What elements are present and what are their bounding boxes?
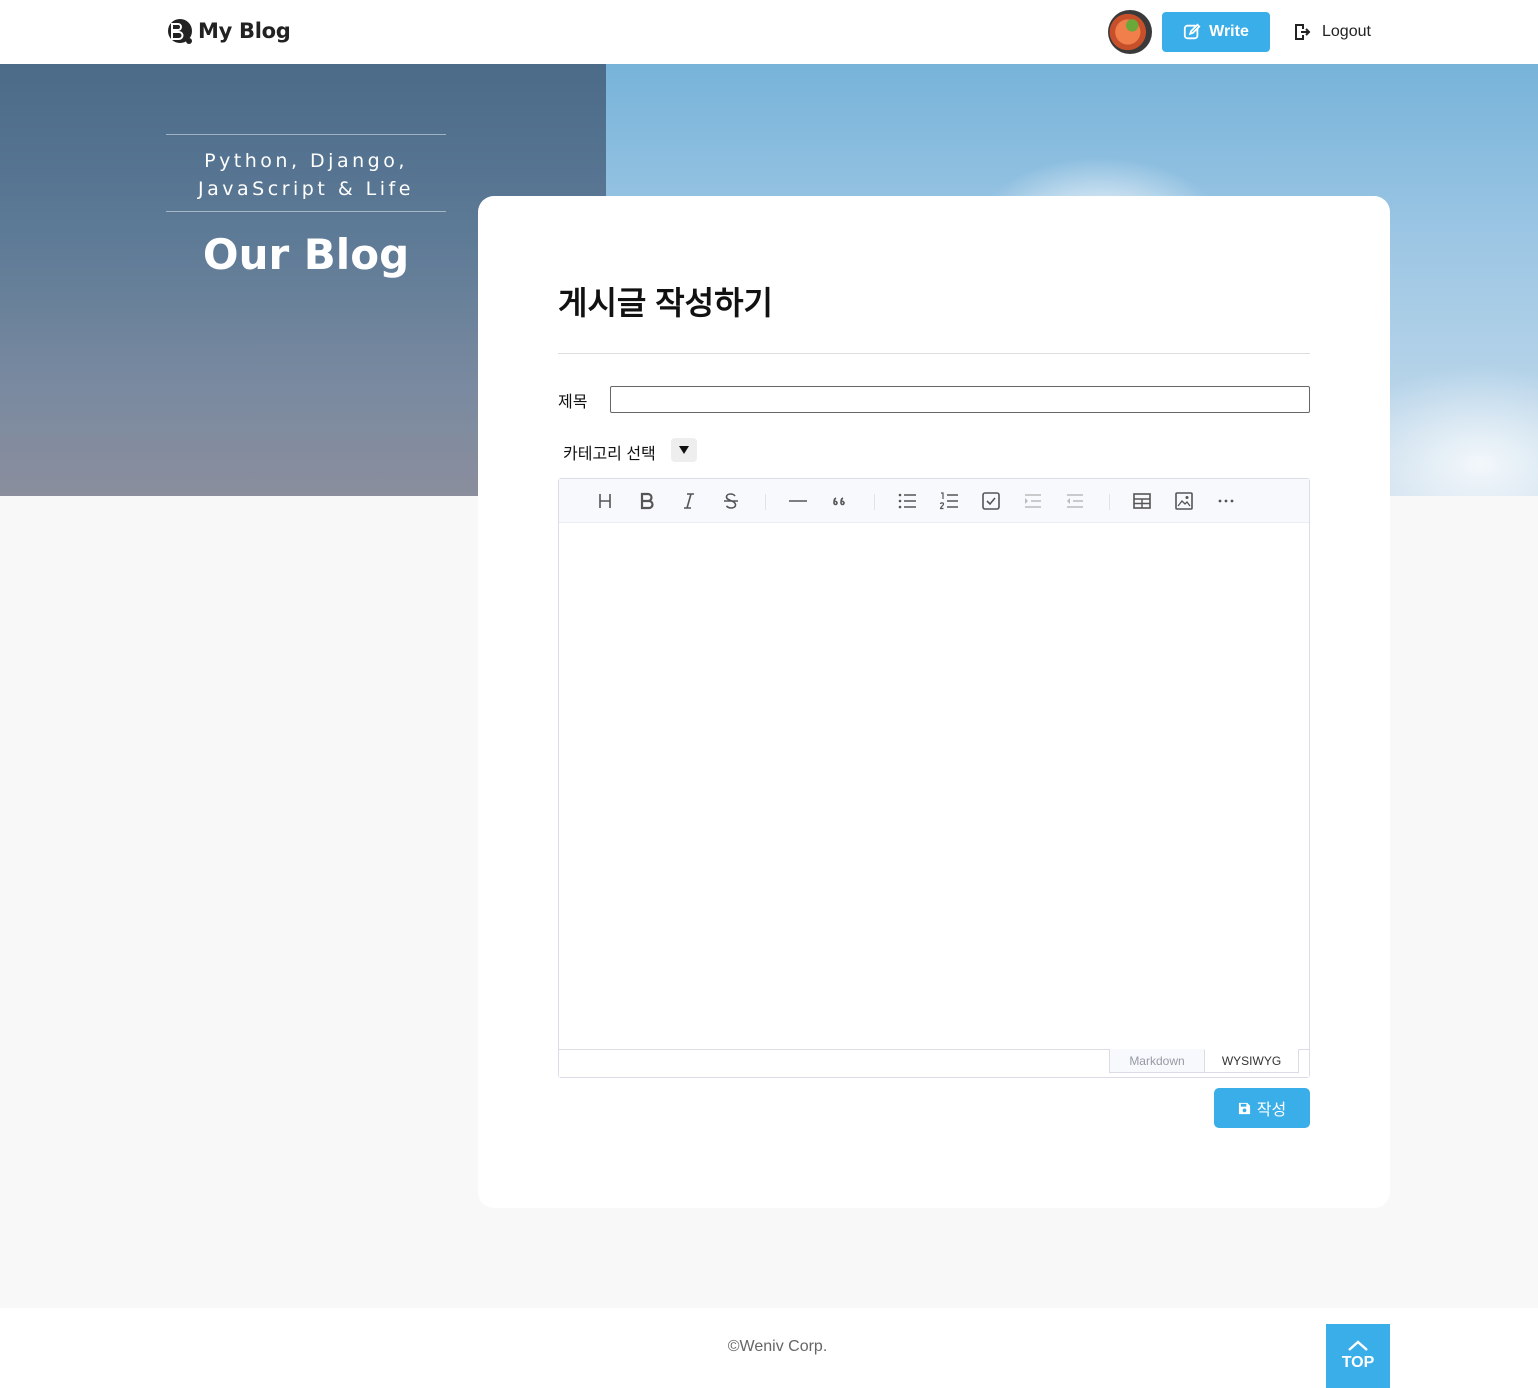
logout-button[interactable]: Logout <box>1292 20 1371 44</box>
submit-label: 작성 <box>1256 1102 1287 1119</box>
caret-down-icon <box>679 446 689 454</box>
outdent-icon[interactable] <box>1063 489 1087 513</box>
title-label: 제목 <box>558 394 588 411</box>
task-list-icon[interactable] <box>979 489 1003 513</box>
submit-button[interactable]: 작성 <box>1214 1088 1310 1128</box>
editor-toolbar <box>559 479 1309 523</box>
write-label: Write <box>1209 23 1249 40</box>
italic-icon[interactable] <box>677 489 701 513</box>
quote-icon[interactable] <box>828 489 852 513</box>
tab-markdown[interactable]: Markdown <box>1109 1049 1205 1073</box>
scroll-top-button[interactable]: TOP <box>1326 1324 1390 1388</box>
editor-content-area[interactable] <box>559 523 1309 1049</box>
hero-tagline: Python, Django, JavaScript & Life <box>166 134 446 212</box>
strike-icon[interactable] <box>719 489 743 513</box>
bullet-list-icon[interactable] <box>895 489 919 513</box>
rich-text-editor: Markdown WYSIWYG <box>558 478 1310 1078</box>
site-footer: ©Weniv Corp. <box>0 1308 1538 1388</box>
tagline-line-1: Python, Django, <box>204 150 408 172</box>
hr-icon[interactable] <box>786 489 810 513</box>
toolbar-divider <box>765 494 766 510</box>
toolbar-divider <box>874 494 875 510</box>
tagline-line-2: JavaScript & Life <box>198 178 414 200</box>
indent-icon[interactable] <box>1021 489 1045 513</box>
chevron-up-icon <box>1348 1340 1368 1351</box>
category-dropdown[interactable] <box>671 438 697 462</box>
hero-title: Our Blog <box>202 230 410 279</box>
site-header: My Blog Write Logout <box>0 0 1538 64</box>
heading-icon[interactable] <box>593 489 617 513</box>
logo-text: My Blog <box>198 19 291 43</box>
toolbar-divider <box>1109 494 1110 510</box>
title-input[interactable] <box>610 386 1310 413</box>
copyright-text: ©Weniv Corp. <box>727 1338 828 1355</box>
page-title: 게시글 작성하기 <box>558 285 773 321</box>
logout-icon <box>1295 24 1311 40</box>
user-avatar[interactable] <box>1108 10 1152 54</box>
tab-wysiwyg[interactable]: WYSIWYG <box>1204 1049 1299 1073</box>
site-logo[interactable]: My Blog <box>165 17 291 45</box>
logo-icon <box>168 19 192 44</box>
post-form-card: 게시글 작성하기 제목 카테고리 선택 Markdown WYSIWYG 작성 <box>478 196 1390 1208</box>
logout-label: Logout <box>1322 23 1371 40</box>
more-icon[interactable] <box>1214 489 1238 513</box>
image-icon[interactable] <box>1172 489 1196 513</box>
write-button[interactable]: Write <box>1162 12 1270 52</box>
editor-mode-switch: Markdown WYSIWYG <box>559 1049 1309 1077</box>
ordered-list-icon[interactable] <box>937 489 961 513</box>
title-divider <box>558 353 1310 354</box>
table-icon[interactable] <box>1130 489 1154 513</box>
category-label: 카테고리 선택 <box>563 446 656 463</box>
top-label: TOP <box>1341 1354 1375 1371</box>
edit-icon <box>1184 23 1201 40</box>
save-icon <box>1238 1102 1250 1114</box>
bold-icon[interactable] <box>635 489 659 513</box>
